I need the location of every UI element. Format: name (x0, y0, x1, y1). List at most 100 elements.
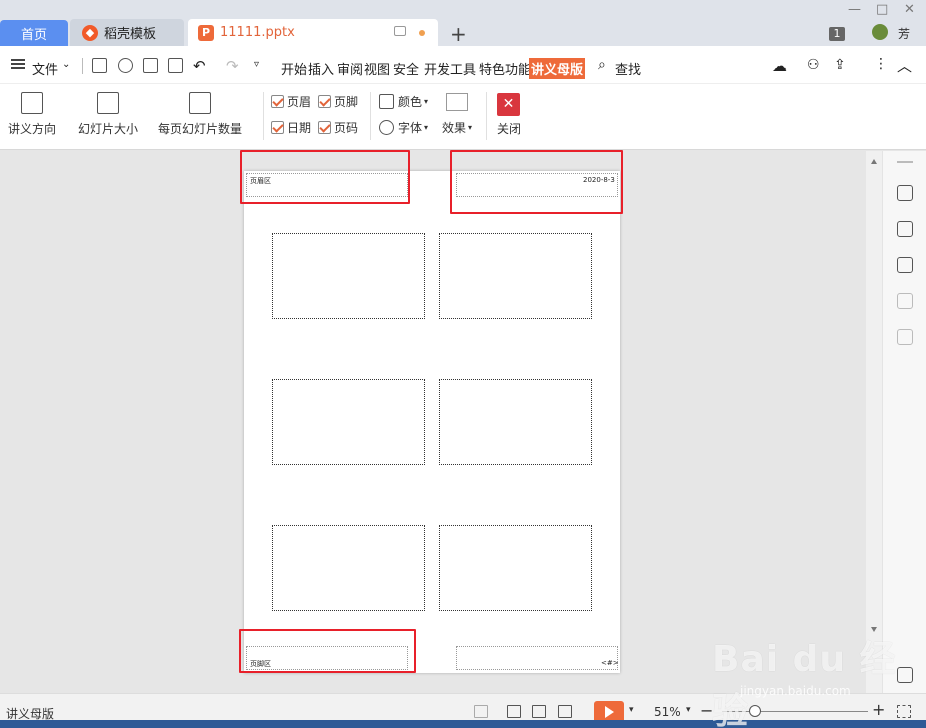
separator (82, 58, 83, 74)
adjust-settings-icon[interactable] (897, 185, 913, 201)
color-icon (379, 94, 394, 109)
window-count-badge[interactable]: 1 (829, 27, 845, 41)
slide-size-button[interactable]: 幻灯片大小 (78, 92, 138, 137)
normal-view-icon[interactable] (507, 705, 521, 718)
handout-page[interactable]: 页眉区 2020-8-3 页脚区 <#> (244, 171, 620, 673)
page-number-placeholder[interactable] (456, 646, 618, 670)
page-number-text: <#> (601, 659, 619, 667)
vertical-scrollbar[interactable] (866, 151, 882, 693)
notes-icon[interactable] (474, 705, 488, 718)
checkbox-checked-icon (271, 95, 284, 108)
animation-star-icon[interactable] (897, 221, 913, 237)
effects-label: 效果 (442, 121, 467, 135)
chevron-down-icon: ▾ (468, 123, 473, 132)
maximize-button[interactable]: □ (876, 2, 888, 17)
scroll-up-icon[interactable] (871, 159, 877, 164)
print-preview-icon[interactable] (168, 58, 183, 73)
highlight-header-box (240, 150, 410, 204)
slide-thumbnail-placeholder[interactable] (272, 379, 425, 465)
panel-grip[interactable] (897, 161, 913, 163)
ribbon-separator (486, 92, 487, 140)
menu-features[interactable]: 特色功能 (479, 59, 531, 78)
undo-icon[interactable]: ↶ (193, 57, 206, 75)
redo-icon[interactable]: ↷ (226, 57, 239, 75)
chevron-down-icon[interactable]: ▾ (686, 705, 691, 715)
chevron-down-icon: ▾ (424, 123, 429, 132)
baidu-watermark: Bai du 经验 (712, 639, 897, 728)
more-options-icon[interactable]: ⋮ (874, 56, 888, 72)
header-checkbox-label: 页眉 (287, 95, 312, 109)
share-user-icon[interactable]: ⚇ (807, 57, 820, 73)
search-icon[interactable]: ⌕ (598, 57, 606, 73)
font-dropdown[interactable]: 字体 ▾ (379, 119, 428, 136)
quick-access-dropdown-icon[interactable]: ▿ (254, 59, 259, 70)
color-dropdown[interactable]: 颜色 ▾ (379, 93, 428, 110)
audio-icon[interactable] (897, 293, 913, 309)
checkbox-checked-icon (318, 121, 331, 134)
tab-file-label: 11111.pptx (220, 25, 295, 40)
page-number-checkbox-label: 页码 (334, 121, 359, 135)
hamburger-icon[interactable] (11, 59, 25, 69)
menu-start[interactable]: 开始 (281, 59, 307, 78)
date-checkbox[interactable]: 日期 (271, 119, 311, 136)
format-painter-icon[interactable] (118, 58, 133, 73)
close-master-view-icon[interactable]: ✕ (497, 93, 520, 116)
reading-view-icon[interactable] (558, 705, 572, 718)
print-icon[interactable] (143, 58, 158, 73)
chevron-down-icon[interactable]: ▾ (629, 705, 634, 715)
slide-thumbnail-placeholder[interactable] (272, 233, 425, 319)
highlight-footer-box (239, 629, 416, 673)
slide-sorter-icon[interactable] (532, 705, 546, 718)
footer-checkbox[interactable]: 页脚 (318, 93, 358, 110)
checkbox-checked-icon (271, 121, 284, 134)
handout-orientation-button[interactable]: 讲义方向 (8, 92, 56, 137)
effects-icon[interactable] (446, 93, 468, 111)
slide-thumbnail-placeholder[interactable] (439, 379, 592, 465)
menu-security[interactable]: 安全 (393, 59, 419, 78)
docer-logo-icon: ◆ (82, 24, 98, 41)
collapse-ribbon-icon[interactable]: ︿ (897, 55, 912, 76)
slide-thumbnail-placeholder[interactable] (439, 525, 592, 611)
new-tab-button[interactable]: + (450, 22, 467, 46)
minimize-button[interactable]: — (848, 2, 861, 17)
orientation-icon (21, 92, 43, 114)
search-button[interactable]: 查找 (615, 59, 641, 78)
slide-thumbnail-placeholder[interactable] (272, 525, 425, 611)
menu-insert[interactable]: 插入 (308, 59, 334, 78)
tab-file[interactable]: P 11111.pptx (188, 19, 438, 46)
ribbon-separator (370, 92, 371, 140)
file-menu[interactable]: 文件 (32, 59, 58, 78)
3d-cube-icon[interactable] (897, 329, 913, 345)
user-avatar[interactable] (872, 24, 888, 40)
chevron-down-icon[interactable]: ⌄ (62, 59, 70, 70)
chevron-down-icon: ▾ (424, 97, 429, 106)
pptx-file-icon: P (198, 24, 214, 41)
tab-home-label: 首页 (20, 28, 47, 43)
monitor-icon[interactable] (394, 26, 406, 36)
transition-icon[interactable] (897, 257, 913, 273)
close-master-view-button[interactable]: 关闭 (497, 120, 521, 137)
save-icon[interactable] (92, 58, 107, 73)
page-number-checkbox[interactable]: 页码 (318, 119, 358, 136)
cloud-sync-icon[interactable]: ☁ (772, 57, 787, 75)
tab-bar: — □ ✕ 首页 ◆ 稻壳模板 P 11111.pptx + 1 芳 (0, 0, 926, 47)
export-icon[interactable]: ⇪ (834, 57, 846, 73)
footer-checkbox-label: 页脚 (334, 95, 359, 109)
tab-template[interactable]: ◆ 稻壳模板 (70, 19, 184, 46)
user-name[interactable]: 芳 (898, 25, 910, 42)
font-label: 字体 (398, 121, 423, 135)
menu-developer[interactable]: 开发工具 (424, 59, 476, 78)
effects-dropdown[interactable]: 效果 ▾ (442, 119, 472, 136)
tab-home[interactable]: 首页 (0, 20, 68, 47)
zoom-level[interactable]: 51% (654, 705, 681, 719)
slides-per-page-icon (189, 92, 211, 114)
menu-review[interactable]: 审阅 (337, 59, 363, 78)
font-icon (379, 120, 394, 135)
menu-view[interactable]: 视图 (364, 59, 390, 78)
slides-per-page-button[interactable]: 每页幻灯片数量 (158, 92, 242, 137)
slide-size-icon (97, 92, 119, 114)
menu-handout-master[interactable]: 讲义母版 (529, 58, 586, 79)
header-checkbox[interactable]: 页眉 (271, 93, 311, 110)
close-window-button[interactable]: ✕ (904, 2, 915, 17)
slide-thumbnail-placeholder[interactable] (439, 233, 592, 319)
